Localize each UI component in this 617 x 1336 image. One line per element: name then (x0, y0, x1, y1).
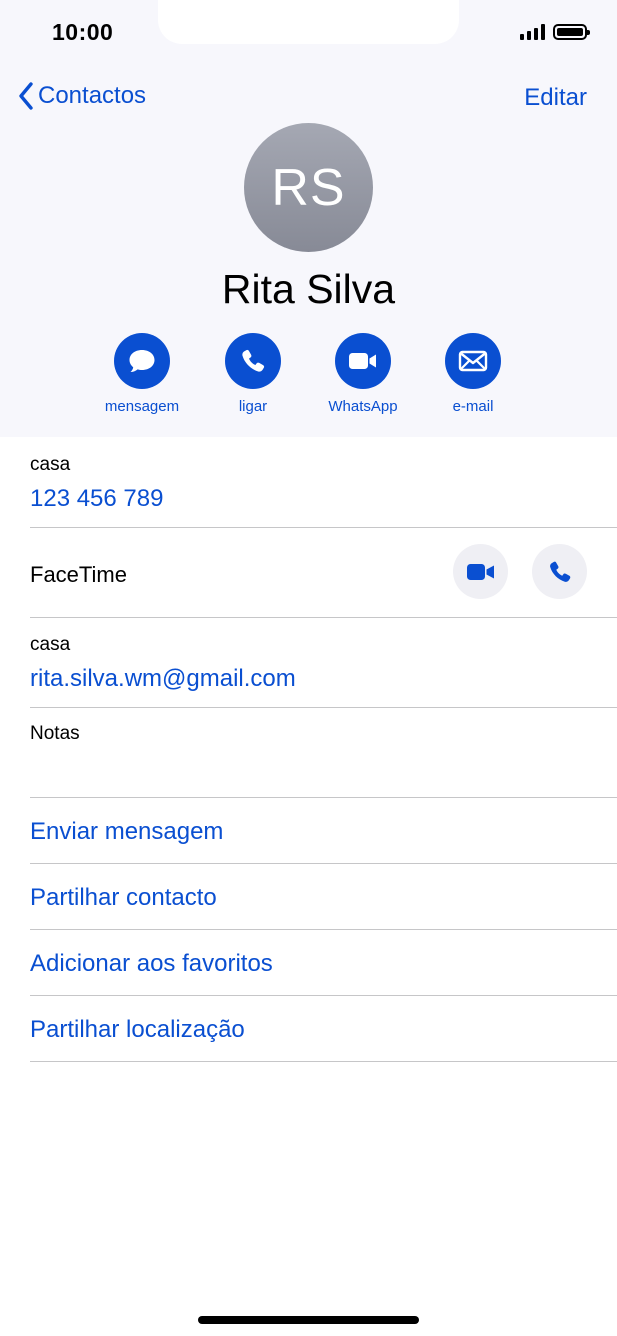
battery-icon (553, 24, 590, 40)
notes-row[interactable]: Notas (30, 708, 617, 797)
whatsapp-action-circle (335, 333, 391, 389)
avatar-initials: RS (271, 158, 346, 217)
video-camera-icon (466, 563, 494, 580)
message-action-button[interactable]: mensagem (87, 333, 197, 415)
phone-row[interactable]: casa 123 456 789 (30, 437, 617, 527)
email-row[interactable]: casa rita.silva.wm@gmail.com (30, 618, 617, 707)
chevron-left-icon (19, 82, 33, 110)
send-message-link[interactable]: Enviar mensagem (30, 818, 223, 846)
envelope-icon (458, 350, 488, 372)
facetime-video-button[interactable] (453, 544, 508, 599)
home-indicator[interactable] (198, 1316, 419, 1324)
call-action-circle (225, 333, 281, 389)
divider (30, 797, 617, 798)
message-action-circle (114, 333, 170, 389)
whatsapp-action-button[interactable]: WhatsApp (308, 333, 418, 415)
phone-label: casa (30, 454, 71, 475)
back-button-label: Contactos (38, 82, 147, 109)
share-location-link[interactable]: Partilhar localização (30, 1016, 245, 1044)
email-label: casa (30, 634, 71, 655)
back-button[interactable]: Contactos (18, 82, 146, 110)
divider (30, 1061, 617, 1062)
email-action-button[interactable]: e-mail (418, 333, 528, 415)
device-notch (158, 0, 459, 44)
email-value[interactable]: rita.silva.wm@gmail.com (30, 665, 296, 693)
add-to-favorites-link[interactable]: Adicionar aos favoritos (30, 950, 273, 978)
contact-name: Rita Silva (221, 266, 396, 312)
phone-icon (242, 349, 265, 372)
facetime-audio-button[interactable] (532, 544, 587, 599)
edit-button[interactable]: Editar (524, 84, 587, 112)
call-action-label: ligar (238, 398, 268, 415)
video-camera-icon (349, 353, 376, 369)
facetime-row: FaceTime (30, 528, 617, 617)
avatar: RS (244, 123, 373, 252)
facetime-label: FaceTime (30, 562, 127, 587)
divider (30, 995, 617, 996)
share-contact-link[interactable]: Partilhar contacto (30, 884, 217, 912)
divider (30, 929, 617, 930)
message-action-label: mensagem (104, 398, 180, 415)
contact-detail-screen: 10:00 Contactos Editar RS Rita Silva men… (0, 0, 617, 1336)
email-action-circle (445, 333, 501, 389)
contact-header: 10:00 Contactos Editar RS Rita Silva men… (0, 0, 617, 437)
phone-icon (549, 561, 570, 582)
notes-label: Notas (30, 723, 80, 744)
status-time: 10:00 (52, 19, 114, 45)
phone-value[interactable]: 123 456 789 (30, 485, 163, 513)
email-action-label: e-mail (452, 398, 494, 415)
call-action-button[interactable]: ligar (198, 333, 308, 415)
divider (30, 863, 617, 864)
whatsapp-action-label: WhatsApp (328, 398, 398, 415)
cellular-signal-icon (520, 24, 545, 40)
message-bubble-icon (129, 350, 155, 372)
status-indicators (520, 24, 590, 40)
